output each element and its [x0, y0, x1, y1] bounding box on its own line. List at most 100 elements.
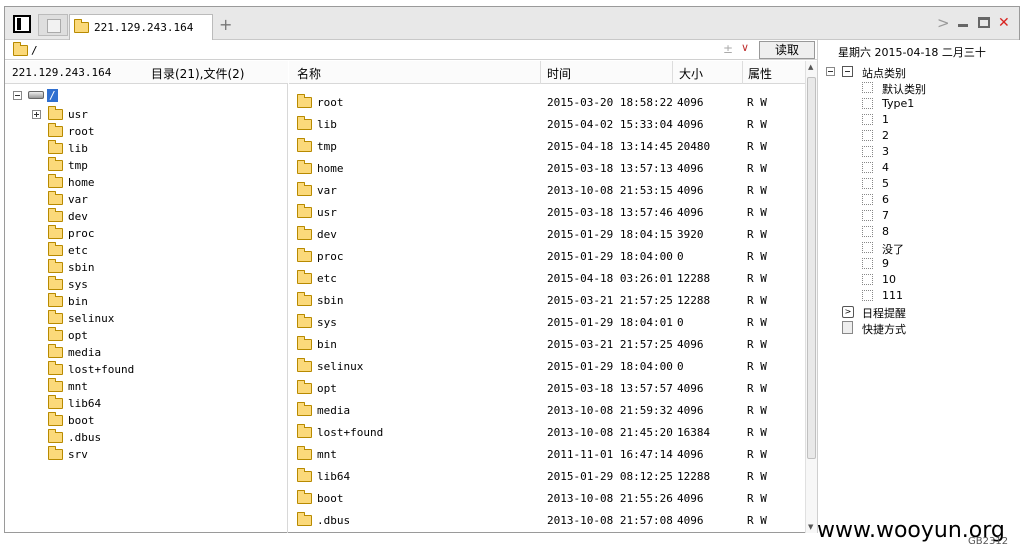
site-category-item[interactable]: 8 [818, 224, 1021, 240]
column-size[interactable]: 大小 [679, 65, 703, 82]
site-category-item[interactable]: 4 [818, 160, 1021, 176]
file-row[interactable]: opt 2015-03-18 13:57:57 4096 R W [289, 377, 805, 399]
tree-item[interactable]: lib64 [5, 395, 288, 412]
tree-item[interactable]: sys [5, 276, 288, 293]
read-button[interactable]: 读取 [759, 41, 815, 59]
checkbox-icon[interactable] [862, 194, 873, 205]
checkbox-icon[interactable] [862, 274, 873, 285]
add-tab-icon[interactable]: + [219, 17, 232, 33]
file-row[interactable]: proc 2015-01-29 18:04:00 0 R W [289, 245, 805, 267]
site-category-item[interactable]: 默认类别 [818, 80, 1021, 96]
site-category-item[interactable]: 5 [818, 176, 1021, 192]
checkbox-icon[interactable] [862, 162, 873, 173]
checkbox-icon[interactable] [862, 210, 873, 221]
expand-icon[interactable] [32, 110, 41, 119]
site-category-item[interactable]: Type1 [818, 96, 1021, 112]
blank-tab[interactable] [38, 14, 68, 36]
tree-item[interactable]: opt [5, 327, 288, 344]
scroll-thumb[interactable] [807, 77, 816, 459]
file-row[interactable]: lib64 2015-01-29 08:12:25 12288 R W [289, 465, 805, 487]
schedule-item[interactable]: > 日程提醒 [818, 304, 1021, 320]
panel-toggle-icon[interactable] [13, 15, 31, 33]
shortcut-item[interactable]: 快捷方式 [818, 320, 1021, 336]
tree-item[interactable]: mnt [5, 378, 288, 395]
tree-item[interactable]: .dbus [5, 429, 288, 446]
tree-item[interactable]: tmp [5, 157, 288, 174]
checkbox-icon[interactable] [862, 130, 873, 141]
close-icon[interactable]: ✕ [998, 16, 1010, 30]
category-root[interactable]: 站点类别 [818, 64, 1021, 80]
tree-item[interactable]: selinux [5, 310, 288, 327]
tree-item[interactable]: lost+found [5, 361, 288, 378]
tree-item[interactable]: lib [5, 140, 288, 157]
site-category-item[interactable]: 10 [818, 272, 1021, 288]
column-time[interactable]: 时间 [547, 65, 571, 82]
chevron-right-icon[interactable]: > [937, 16, 950, 31]
tree-item[interactable]: boot [5, 412, 288, 429]
site-category-item[interactable]: 7 [818, 208, 1021, 224]
site-category-item[interactable]: 3 [818, 144, 1021, 160]
tree-item[interactable]: usr [5, 106, 288, 123]
file-row[interactable]: usr 2015-03-18 13:57:46 4096 R W [289, 201, 805, 223]
tree-item[interactable]: proc [5, 225, 288, 242]
plus-minus-icon[interactable]: ± [723, 42, 733, 56]
checkbox-icon[interactable] [862, 242, 873, 253]
checkbox-icon[interactable] [862, 290, 873, 301]
chevron-down-icon[interactable]: ∨ [741, 41, 749, 54]
file-row[interactable]: lost+found 2013-10-08 21:45:20 16384 R W [289, 421, 805, 443]
root-node-label[interactable]: / [47, 88, 58, 102]
collapse-icon[interactable] [826, 67, 835, 76]
tree-item[interactable]: home [5, 174, 288, 191]
file-row[interactable]: lib 2015-04-02 15:33:04 4096 R W [289, 113, 805, 135]
tree-item[interactable]: dev [5, 208, 288, 225]
file-row[interactable]: etc 2015-04-18 03:26:01 12288 R W [289, 267, 805, 289]
tree-item[interactable]: bin [5, 293, 288, 310]
file-row[interactable]: sbin 2015-03-21 21:57:25 12288 R W [289, 289, 805, 311]
tree-item[interactable]: etc [5, 242, 288, 259]
checkbox-icon[interactable] [862, 226, 873, 237]
checkbox-icon[interactable] [862, 82, 873, 93]
file-row[interactable]: root 2015-03-20 18:58:22 4096 R W [289, 91, 805, 113]
checkbox-icon[interactable] [862, 178, 873, 189]
file-row[interactable]: mnt 2011-11-01 16:47:14 4096 R W [289, 443, 805, 465]
file-row[interactable]: tmp 2015-04-18 13:14:45 20480 R W [289, 135, 805, 157]
column-divider[interactable] [540, 61, 541, 84]
checkbox-icon[interactable] [862, 146, 873, 157]
tree-item[interactable]: sbin [5, 259, 288, 276]
maximize-icon[interactable] [978, 17, 990, 28]
tree-item[interactable]: root [5, 123, 288, 140]
file-row[interactable]: selinux 2015-01-29 18:04:00 0 R W [289, 355, 805, 377]
tree-item[interactable]: var [5, 191, 288, 208]
tree-item[interactable]: srv [5, 446, 288, 463]
site-category-item[interactable]: 111 [818, 288, 1021, 304]
tab-server[interactable]: 221.129.243.164 [69, 14, 213, 40]
scroll-up-icon[interactable]: ▲ [808, 63, 813, 71]
minimize-icon[interactable] [958, 24, 968, 27]
file-row[interactable]: sys 2015-01-29 18:04:01 0 R W [289, 311, 805, 333]
file-row[interactable]: bin 2015-03-21 21:57:25 4096 R W [289, 333, 805, 355]
tree-item[interactable]: media [5, 344, 288, 361]
column-divider[interactable] [742, 61, 743, 84]
scrollbar[interactable]: ▲ ▼ [805, 61, 817, 533]
site-category-item[interactable]: 2 [818, 128, 1021, 144]
collapse-icon[interactable] [13, 90, 22, 100]
file-row[interactable]: media 2013-10-08 21:59:32 4096 R W [289, 399, 805, 421]
file-row[interactable]: var 2013-10-08 21:53:15 4096 R W [289, 179, 805, 201]
file-row[interactable]: home 2015-03-18 13:57:13 4096 R W [289, 157, 805, 179]
tree-root[interactable]: / [13, 87, 58, 103]
site-category-item[interactable]: 6 [818, 192, 1021, 208]
checkbox-icon[interactable] [862, 98, 873, 109]
scroll-down-icon[interactable]: ▼ [808, 523, 813, 531]
site-category-item[interactable]: 没了 [818, 240, 1021, 256]
file-row[interactable]: .dbus 2013-10-08 21:57:08 4096 R W [289, 509, 805, 531]
checkbox-icon[interactable] [862, 258, 873, 269]
column-divider[interactable] [672, 61, 673, 84]
column-name[interactable]: 名称 [297, 65, 321, 82]
file-row[interactable]: dev 2015-01-29 18:04:15 3920 R W [289, 223, 805, 245]
path-input[interactable] [31, 42, 711, 58]
checkbox-icon[interactable] [862, 114, 873, 125]
site-category-item[interactable]: 1 [818, 112, 1021, 128]
column-attr[interactable]: 属性 [748, 65, 772, 82]
site-category-item[interactable]: 9 [818, 256, 1021, 272]
file-row[interactable]: boot 2013-10-08 21:55:26 4096 R W [289, 487, 805, 509]
